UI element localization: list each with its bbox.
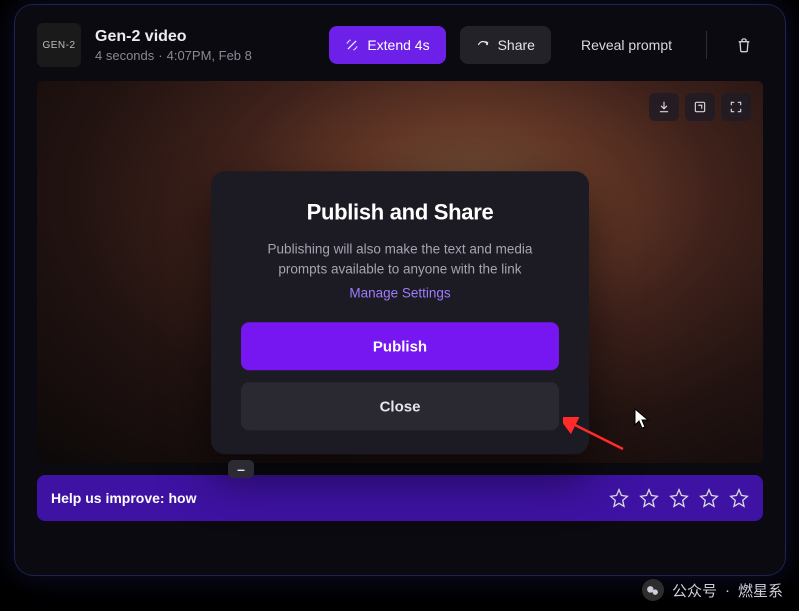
publish-modal: Publish and Share Publishing will also m… bbox=[211, 171, 589, 455]
wand-icon bbox=[345, 38, 359, 52]
download-button[interactable] bbox=[649, 93, 679, 121]
star-5[interactable] bbox=[729, 488, 749, 508]
upscale-icon bbox=[693, 100, 707, 114]
video-timestamp: 4:07PM, Feb 8 bbox=[167, 48, 252, 63]
video-meta: 4 seconds·4:07PM, Feb 8 bbox=[95, 48, 315, 63]
close-button[interactable]: Close bbox=[241, 383, 559, 431]
upscale-button[interactable] bbox=[685, 93, 715, 121]
fullscreen-button[interactable] bbox=[721, 93, 751, 121]
modal-desc-line1: Publishing will also make the text and m… bbox=[268, 241, 533, 256]
model-badge: GEN-2 bbox=[37, 23, 81, 67]
share-label: Share bbox=[498, 37, 535, 53]
feedback-text: Help us improve: how bbox=[51, 490, 196, 506]
watermark: 公众号 · 燃星系 bbox=[642, 579, 783, 601]
star-2[interactable] bbox=[639, 488, 659, 508]
app-frame: GEN-2 Gen-2 video 4 seconds·4:07PM, Feb … bbox=[15, 5, 785, 575]
download-icon bbox=[657, 100, 671, 114]
video-tools bbox=[649, 93, 751, 121]
divider bbox=[706, 31, 707, 59]
extend-label: Extend 4s bbox=[367, 37, 429, 53]
delete-button[interactable] bbox=[725, 26, 763, 64]
reveal-label: Reveal prompt bbox=[581, 37, 672, 53]
title-block: Gen-2 video 4 seconds·4:07PM, Feb 8 bbox=[95, 28, 315, 63]
fullscreen-icon bbox=[729, 100, 743, 114]
topbar: GEN-2 Gen-2 video 4 seconds·4:07PM, Feb … bbox=[15, 5, 785, 81]
modal-description: Publishing will also make the text and m… bbox=[241, 239, 559, 280]
video-title: Gen-2 video bbox=[95, 28, 315, 46]
modal-desc-line2: prompts available to anyone with the lin… bbox=[278, 261, 521, 276]
collapse-handle[interactable]: – bbox=[228, 460, 254, 478]
wechat-icon bbox=[642, 579, 664, 601]
feedback-bar: Help us improve: how bbox=[37, 475, 763, 521]
video-duration: 4 seconds bbox=[95, 48, 154, 63]
extend-button[interactable]: Extend 4s bbox=[329, 26, 445, 64]
reveal-prompt-button[interactable]: Reveal prompt bbox=[565, 26, 688, 64]
watermark-sep: · bbox=[725, 582, 730, 599]
watermark-label: 公众号 bbox=[672, 580, 717, 601]
watermark-name: 燃星系 bbox=[738, 580, 783, 601]
star-3[interactable] bbox=[669, 488, 689, 508]
publish-button[interactable]: Publish bbox=[241, 323, 559, 371]
manage-settings-link[interactable]: Manage Settings bbox=[241, 286, 559, 301]
share-icon bbox=[476, 38, 490, 52]
star-4[interactable] bbox=[699, 488, 719, 508]
rating-stars bbox=[609, 488, 749, 508]
star-1[interactable] bbox=[609, 488, 629, 508]
share-button[interactable]: Share bbox=[460, 26, 551, 64]
modal-title: Publish and Share bbox=[241, 199, 559, 225]
modal-actions: Publish Close bbox=[241, 323, 559, 431]
trash-icon bbox=[736, 37, 752, 53]
